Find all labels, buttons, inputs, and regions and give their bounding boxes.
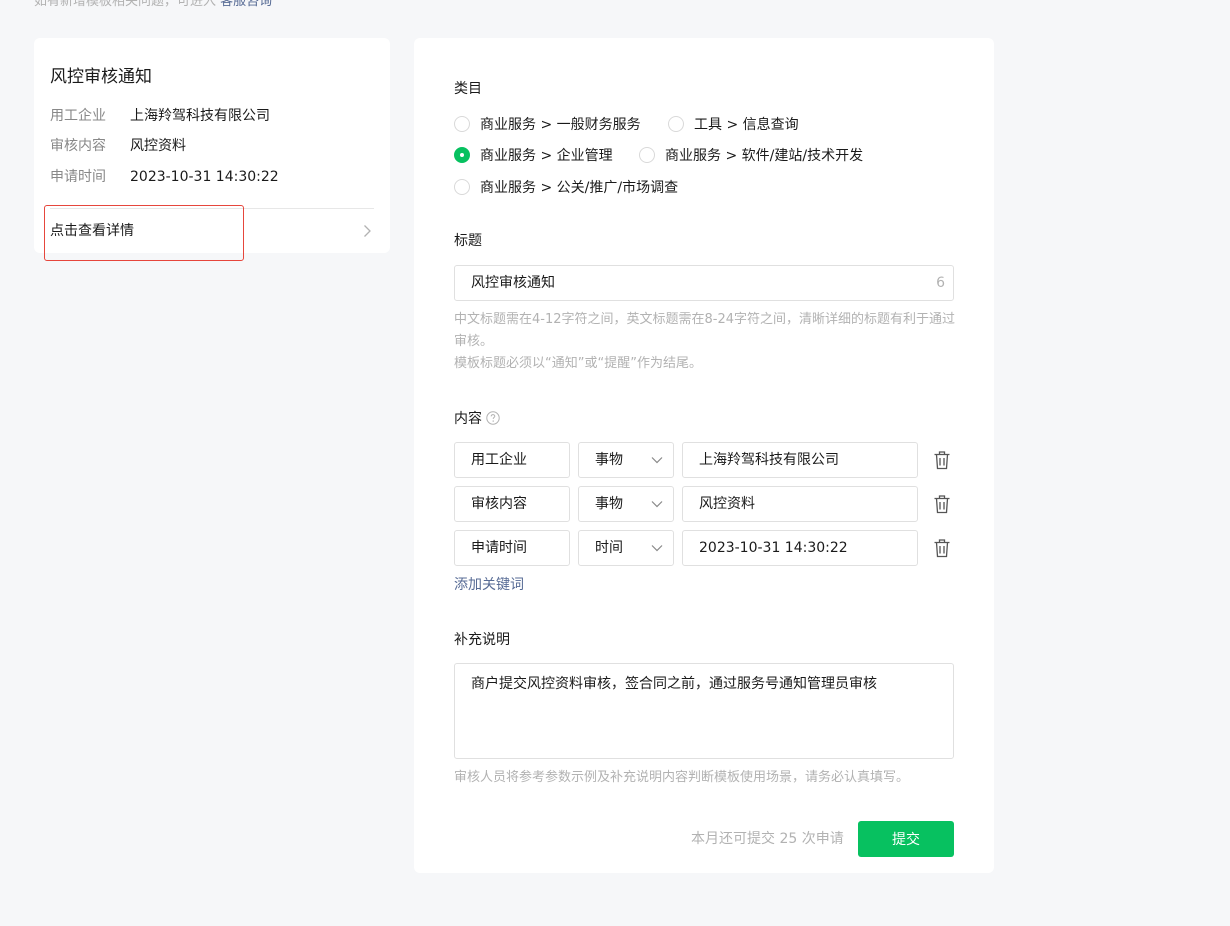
category-label: 类目: [454, 81, 482, 97]
supplement-textarea[interactable]: 商户提交风控资料审核，签合同之前，通过服务号通知管理员审核: [454, 663, 954, 759]
keyword-type-value: 事物: [595, 452, 623, 468]
category-option[interactable]: 商业服务 > 一般财务服务: [454, 114, 641, 134]
keyword-example-value: 2023-10-31 14:30:22: [699, 540, 848, 556]
category-option[interactable]: 商业服务 > 公关/推广/市场调查: [454, 177, 678, 197]
keyword-value-input[interactable]: 上海羚驾科技有限公司: [682, 442, 918, 478]
chevron-down-icon: [651, 501, 663, 508]
preview-divider: [50, 208, 374, 209]
add-keyword-link[interactable]: 添加关键词: [454, 575, 524, 595]
preview-row-value: 风控资料: [130, 138, 186, 154]
preview-row-key: 申请时间: [50, 169, 106, 185]
keyword-example-value: 风控资料: [699, 496, 755, 512]
preview-title: 风控审核通知: [50, 67, 152, 87]
chevron-right-icon: [364, 225, 371, 237]
category-option-label: 工具 > 信息查询: [694, 117, 799, 133]
template-form: 类目 商业服务 > 一般财务服务 工具 > 信息查询 商业服务 > 企业管理 商…: [414, 38, 994, 873]
radio-circle: [639, 147, 655, 163]
customer-service-link[interactable]: 客服咨询: [220, 0, 272, 9]
preview-row-value: 2023-10-31 14:30:22: [130, 169, 279, 185]
supplement-label: 补充说明: [454, 632, 510, 648]
title-input[interactable]: 风控审核通知 6: [454, 265, 954, 301]
keyword-name-input[interactable]: 审核内容: [454, 486, 570, 522]
preview-row-key: 用工企业: [50, 108, 106, 124]
chevron-down-icon: [651, 457, 663, 464]
keyword-type-select[interactable]: 事物: [578, 486, 674, 522]
keyword-value-input[interactable]: 风控资料: [682, 486, 918, 522]
radio-circle-checked: [454, 147, 470, 163]
help-icon[interactable]: [486, 411, 500, 425]
radio-circle: [454, 116, 470, 132]
top-note: 如有新增模板相关问题，可进入 客服咨询: [34, 0, 272, 11]
keyword-name-value: 用工企业: [471, 452, 527, 468]
submit-button[interactable]: 提交: [858, 821, 954, 857]
preview-row: 审核内容 风控资料: [50, 136, 186, 156]
title-input-value: 风控审核通知: [471, 275, 555, 291]
keyword-example-value: 上海羚驾科技有限公司: [699, 452, 839, 468]
category-option[interactable]: 工具 > 信息查询: [668, 114, 799, 134]
title-hint-suffix: 模板标题必须以“通知”或“提醒”作为结尾。: [454, 356, 702, 371]
preview-row: 用工企业 上海羚驾科技有限公司: [50, 106, 270, 126]
keyword-value-input[interactable]: 2023-10-31 14:30:22: [682, 530, 918, 566]
content-label: 内容: [454, 411, 482, 427]
top-note-text: 如有新增模板相关问题，可进入: [34, 0, 217, 9]
keyword-type-value: 时间: [595, 540, 623, 556]
category-option-selected[interactable]: 商业服务 > 企业管理: [454, 145, 613, 165]
trash-icon[interactable]: [933, 494, 951, 514]
chevron-down-icon: [651, 545, 663, 552]
keyword-type-select[interactable]: 事物: [578, 442, 674, 478]
submission-quota: 本月还可提交 25 次申请: [691, 831, 844, 847]
trash-icon[interactable]: [933, 538, 951, 558]
title-char-count: 6: [936, 275, 945, 291]
supplement-hint: 审核人员将参考参数示例及补充说明内容判断模板使用场景，请务必认真填写。: [454, 770, 910, 785]
keyword-type-select[interactable]: 时间: [578, 530, 674, 566]
keyword-name-input[interactable]: 申请时间: [454, 530, 570, 566]
category-option-label: 商业服务 > 企业管理: [480, 148, 613, 164]
preview-row: 申请时间 2023-10-31 14:30:22: [50, 167, 279, 187]
keyword-type-value: 事物: [595, 496, 623, 512]
trash-icon[interactable]: [933, 450, 951, 470]
title-label: 标题: [454, 233, 482, 249]
category-option[interactable]: 商业服务 > 软件/建站/技术开发: [639, 145, 863, 165]
supplement-value: 商户提交风控资料审核，签合同之前，通过服务号通知管理员审核: [471, 676, 877, 692]
category-option-label: 商业服务 > 公关/推广/市场调查: [480, 180, 679, 196]
preview-row-key: 审核内容: [50, 138, 106, 154]
keyword-name-value: 申请时间: [471, 540, 527, 556]
radio-circle: [668, 116, 684, 132]
category-option-label: 商业服务 > 一般财务服务: [480, 117, 641, 133]
keyword-name-value: 审核内容: [471, 496, 527, 512]
template-preview-card: 风控审核通知 用工企业 上海羚驾科技有限公司 审核内容 风控资料 申请时间 2023-…: [34, 38, 390, 253]
view-details-link[interactable]: 点击查看详情: [50, 221, 134, 241]
category-option-label: 商业服务 > 软件/建站/技术开发: [665, 148, 864, 164]
radio-circle: [454, 179, 470, 195]
keyword-name-input[interactable]: 用工企业: [454, 442, 570, 478]
preview-row-value: 上海羚驾科技有限公司: [130, 108, 270, 124]
title-hint: 中文标题需在4-12字符之间，英文标题需在8-24字符之间，清晰详细的标题有利于…: [454, 312, 956, 349]
